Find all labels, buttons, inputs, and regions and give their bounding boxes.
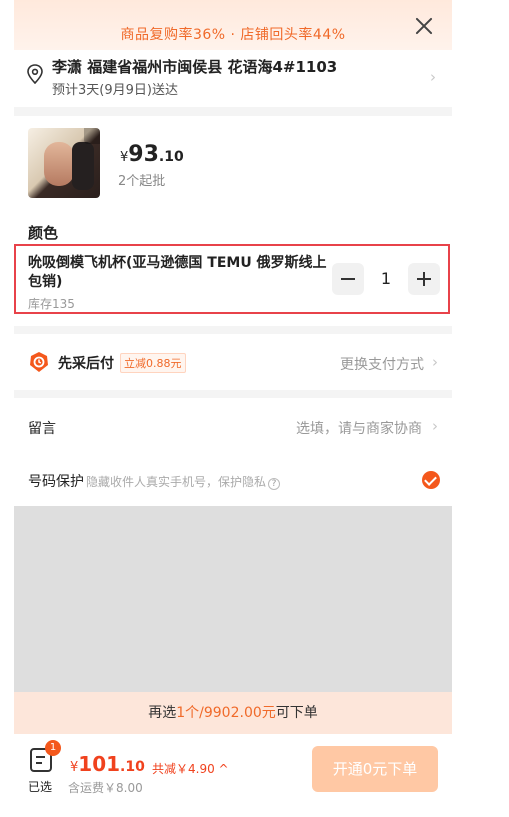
privacy-hint: 隐藏收件人真实手机号，保护隐私?	[86, 473, 281, 490]
variant-name: 吮吸倒模飞机杯(亚马逊德国 TEMU 俄罗斯线上 包销)	[28, 255, 327, 290]
empty-area	[14, 506, 452, 692]
submit-order-button[interactable]: 开通0元下单	[312, 746, 438, 792]
decrease-button[interactable]	[332, 263, 364, 295]
color-label: 颜色	[28, 224, 59, 242]
total-integer: 101	[78, 752, 121, 776]
total-decimal: .10	[120, 759, 145, 775]
delivery-eta: 预计3天(9月9日)送达	[52, 83, 178, 98]
privacy-checkbox[interactable]	[422, 471, 440, 489]
variant-stock: 库存135	[28, 297, 75, 311]
hint-amount: 9902.00元	[203, 705, 276, 721]
min-order-hint: 再选1个/9902.00元可下单	[14, 692, 452, 734]
hint-count: 1个	[176, 705, 200, 721]
checkout-bar: 1 已选 ¥101.10 共减￥4.90 ^ 含运费￥8.00 开通0元下单	[14, 734, 452, 817]
min-order: 2个起批	[118, 174, 166, 189]
hint-suffix: 可下单	[275, 705, 318, 721]
discount-toggle[interactable]: 共减￥4.90 ^	[152, 760, 229, 777]
product-image-shape	[44, 142, 74, 186]
payment-row[interactable]: 先采后付 立减0.88元 更换支付方式 ›	[14, 334, 452, 390]
product-image-device	[72, 142, 94, 190]
chevron-right-icon: ›	[430, 68, 436, 86]
privacy-hint-text: 隐藏收件人真实手机号，保护隐私	[86, 475, 267, 489]
product-thumbnail[interactable]	[28, 128, 100, 198]
help-icon[interactable]: ?	[268, 478, 281, 490]
zoom-icon	[84, 128, 100, 144]
total-price: ¥101.10	[70, 752, 145, 776]
remark-label: 留言	[28, 421, 56, 437]
privacy-label: 号码保护	[28, 474, 84, 490]
remark-input[interactable]: 选填，请与商家协商	[296, 418, 422, 438]
location-icon	[27, 64, 43, 84]
hint-prefix: 再选	[148, 705, 177, 721]
order-sheet: 商品复购率36% · 店铺回头率44% 李潇 福建省福州市闽侯县 花语海4#11…	[14, 0, 452, 817]
address-line: 李潇 福建省福州市闽侯县 花语海4#1103	[52, 58, 338, 76]
banner-text: 商品复购率36% · 店铺回头率44%	[120, 27, 346, 43]
close-icon[interactable]	[412, 14, 436, 38]
price-integer: 93	[128, 142, 159, 167]
unit-price: ¥93.10	[120, 142, 184, 167]
discount-badge: 立减0.88元	[120, 353, 186, 373]
increase-button[interactable]	[408, 263, 440, 295]
quantity-stepper: 1	[332, 263, 440, 297]
selected-label: 已选	[28, 780, 53, 794]
shipping-fee: 含运费￥8.00	[68, 781, 143, 795]
quantity-value[interactable]: 1	[364, 269, 408, 288]
variant-row[interactable]: 吮吸倒模飞机杯(亚马逊德国 TEMU 俄罗斯线上 包销) 库存135 1	[14, 244, 450, 314]
pay-later-icon	[30, 352, 48, 372]
chevron-right-icon: ›	[432, 417, 438, 435]
chevron-right-icon: ›	[432, 353, 438, 371]
extra-options-card: 留言 选填，请与商家协商 › 号码保护 隐藏收件人真实手机号，保护隐私?	[14, 398, 452, 506]
product-card: ¥93.10 2个起批 颜色 吮吸倒模飞机杯(亚马逊德国 TEMU 俄罗斯线上 …	[14, 116, 452, 326]
price-decimal: .10	[158, 149, 184, 165]
address-card[interactable]: 李潇 福建省福州市闽侯县 花语海4#1103 预计3天(9月9日)送达 ›	[14, 50, 452, 107]
change-payment-link[interactable]: 更换支付方式	[340, 354, 424, 374]
payment-method-label: 先采后付	[58, 356, 114, 372]
cart-count-badge: 1	[45, 740, 61, 756]
